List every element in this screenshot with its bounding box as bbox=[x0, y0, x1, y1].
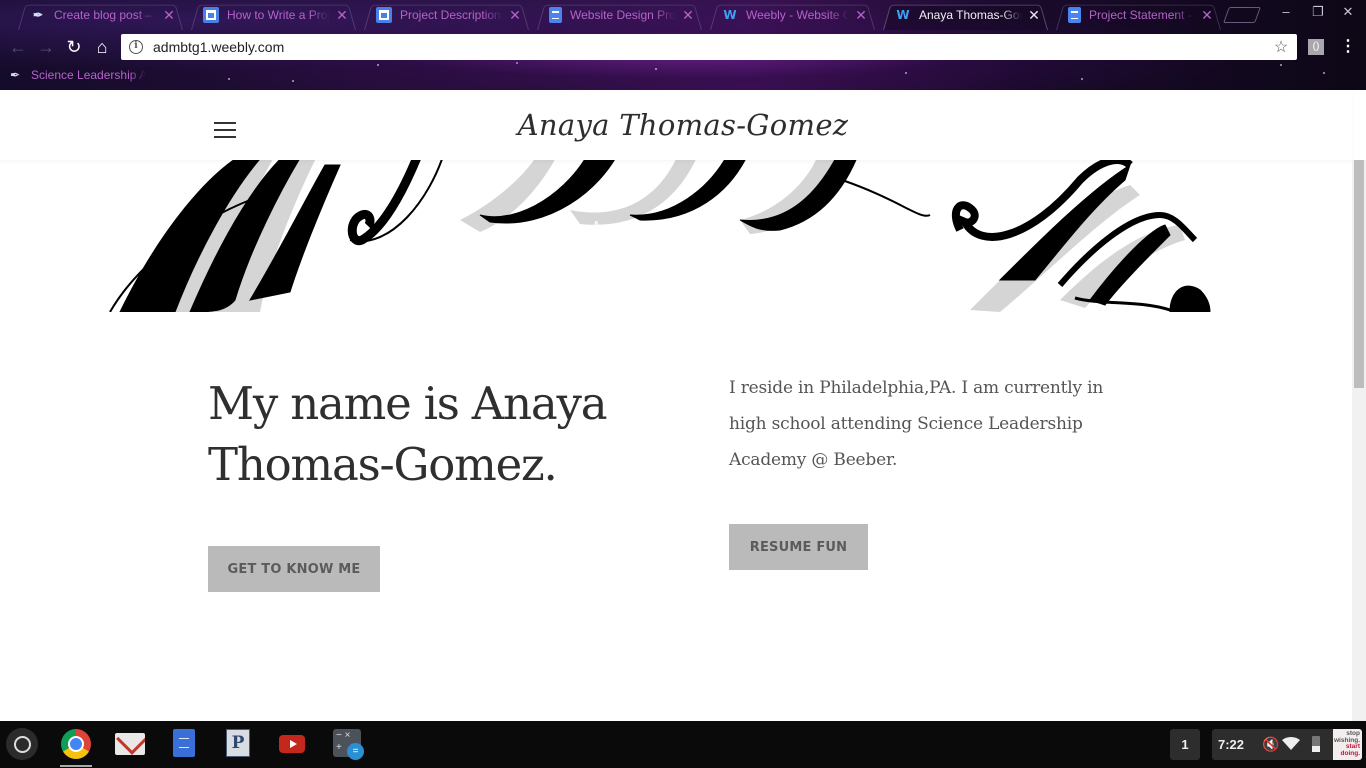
new-tab-button[interactable] bbox=[1223, 7, 1261, 23]
gmail-app-icon[interactable] bbox=[115, 733, 145, 755]
hero-banner: A r dreams bbox=[100, 160, 1215, 312]
tab-project-statement[interactable]: Project Statement - ( ✕ bbox=[1052, 0, 1225, 30]
theme-star bbox=[1280, 64, 1282, 66]
user-avatar: stop wishing. start doing. bbox=[1333, 729, 1362, 760]
tab-title: Create blog post – S bbox=[54, 8, 157, 22]
close-icon[interactable]: ✕ bbox=[1199, 7, 1215, 24]
browser-menu-icon[interactable]: ⋮ bbox=[1340, 36, 1356, 58]
home-button[interactable]: ⌂ bbox=[91, 36, 113, 58]
tab-title: How to Write a Proje bbox=[227, 8, 330, 22]
weebly-icon: W bbox=[723, 8, 737, 22]
resume-fun-button[interactable]: RESUME FUN bbox=[729, 524, 868, 570]
close-icon[interactable]: ✕ bbox=[507, 7, 523, 24]
google-docs-icon bbox=[549, 7, 562, 23]
tab-title: Website Design Proje bbox=[570, 8, 676, 22]
tab-how-to-write[interactable]: How to Write a Proje ✕ bbox=[187, 0, 360, 30]
script-letter-e bbox=[1169, 285, 1211, 312]
tab-title: Weebly - Website Cre bbox=[746, 8, 849, 22]
hero-tagline: A r dreams bbox=[591, 220, 724, 235]
get-to-know-me-button[interactable]: GET TO KNOW ME bbox=[208, 546, 380, 592]
theme-star bbox=[516, 62, 518, 64]
tab-title: Project Descriptions bbox=[400, 8, 503, 22]
site-header: Anaya Thomas-Gomez bbox=[0, 90, 1352, 160]
google-docs-app-icon[interactable] bbox=[173, 729, 195, 757]
minimize-button[interactable]: – bbox=[1276, 4, 1296, 19]
blog-quill-icon: ✒ bbox=[32, 8, 44, 22]
pandora-app-icon[interactable]: P bbox=[226, 729, 250, 757]
tab-title: Anaya Thomas-Gom bbox=[919, 8, 1022, 22]
theme-star bbox=[1081, 78, 1083, 80]
google-sites-icon bbox=[376, 7, 392, 23]
restore-button[interactable]: ❐ bbox=[1308, 4, 1328, 20]
os-shelf: P − × + = 1 7:22 🔇 stop wishing. start do… bbox=[0, 721, 1366, 768]
chrome-app-icon[interactable] bbox=[61, 729, 91, 759]
bookmarks-bar: ✒ Science Leadership A bbox=[0, 64, 146, 86]
theme-star bbox=[228, 78, 230, 80]
avatar-text-line2: start doing. bbox=[1340, 743, 1361, 757]
bookmark-star-icon[interactable]: ☆ bbox=[1271, 37, 1291, 57]
reload-button[interactable]: ↻ bbox=[63, 36, 85, 58]
browser-chrome: ✒ Create blog post – S ✕ How to Write a … bbox=[0, 0, 1366, 90]
workspace-indicator[interactable]: 1 bbox=[1170, 729, 1200, 760]
address-bar[interactable]: i admbtg1.weebly.com ☆ bbox=[121, 34, 1297, 60]
window-close-button[interactable]: ✕ bbox=[1338, 4, 1358, 20]
status-tray[interactable]: 7:22 🔇 stop wishing. start doing. bbox=[1212, 729, 1362, 760]
theme-star bbox=[377, 64, 379, 66]
all-about-me-script-image bbox=[109, 160, 1211, 312]
tab-website-design[interactable]: Website Design Proje ✕ bbox=[533, 0, 706, 30]
tab-anaya-thomas-gomez[interactable]: W Anaya Thomas-Gom ✕ bbox=[879, 0, 1052, 30]
tab-weebly[interactable]: W Weebly - Website Cre ✕ bbox=[706, 0, 879, 30]
clock: 7:22 bbox=[1218, 737, 1245, 752]
page-scrollbar[interactable] bbox=[1352, 160, 1366, 721]
theme-star bbox=[905, 72, 907, 74]
close-icon[interactable]: ✕ bbox=[853, 7, 869, 24]
weebly-icon: W bbox=[896, 8, 910, 22]
launcher-button[interactable] bbox=[6, 728, 38, 760]
running-indicator bbox=[60, 765, 92, 767]
theme-star bbox=[292, 80, 294, 82]
tab-project-descriptions[interactable]: Project Descriptions ✕ bbox=[360, 0, 533, 30]
close-icon[interactable]: ✕ bbox=[680, 7, 696, 24]
tab-strip: ✒ Create blog post – S ✕ How to Write a … bbox=[14, 0, 1225, 30]
intro-heading: My name is Anaya Thomas-Gomez. bbox=[208, 377, 608, 491]
site-title[interactable]: Anaya Thomas-Gomez bbox=[0, 108, 1366, 142]
bookmark-science-leadership[interactable]: Science Leadership A bbox=[31, 68, 146, 82]
pandora-letter: P bbox=[231, 733, 245, 753]
browser-toolbar: ← → ↻ ⌂ i admbtg1.weebly.com ☆ () ⋮ bbox=[0, 34, 1366, 60]
web-page: Anaya Thomas-Gomez A r dreams My name is… bbox=[0, 90, 1366, 721]
script-letter-t-tail bbox=[841, 179, 931, 217]
google-docs-icon bbox=[1068, 7, 1081, 23]
wifi-icon bbox=[1282, 737, 1300, 750]
url-text[interactable]: admbtg1.weebly.com bbox=[153, 39, 1271, 55]
tab-create-blog-post[interactable]: ✒ Create blog post – S ✕ bbox=[14, 0, 187, 30]
close-icon[interactable]: ✕ bbox=[1026, 7, 1042, 24]
back-button[interactable]: ← bbox=[7, 36, 29, 58]
calc-equals-glyph: = bbox=[347, 743, 364, 760]
tab-title: Project Statement - ( bbox=[1089, 8, 1195, 22]
close-icon[interactable]: ✕ bbox=[161, 7, 177, 24]
youtube-app-icon[interactable] bbox=[279, 735, 305, 753]
theme-star bbox=[655, 68, 657, 70]
forward-button[interactable]: → bbox=[35, 36, 57, 58]
theme-star bbox=[1323, 72, 1325, 74]
volume-muted-icon: 🔇 bbox=[1262, 736, 1280, 752]
intro-paragraph: I reside in Philadelphia,PA. I am curren… bbox=[729, 378, 1104, 470]
google-sites-icon bbox=[203, 7, 219, 23]
close-icon[interactable]: ✕ bbox=[334, 7, 350, 24]
calculator-app-icon[interactable]: − × + = bbox=[333, 729, 364, 760]
info-icon[interactable]: i bbox=[129, 40, 143, 54]
scrollbar-thumb[interactable] bbox=[1354, 160, 1364, 388]
script-letter-e-swash bbox=[1074, 296, 1171, 312]
battery-icon bbox=[1312, 736, 1320, 752]
blog-quill-icon: ✒ bbox=[10, 68, 21, 82]
extension-icon[interactable]: () bbox=[1308, 39, 1324, 55]
